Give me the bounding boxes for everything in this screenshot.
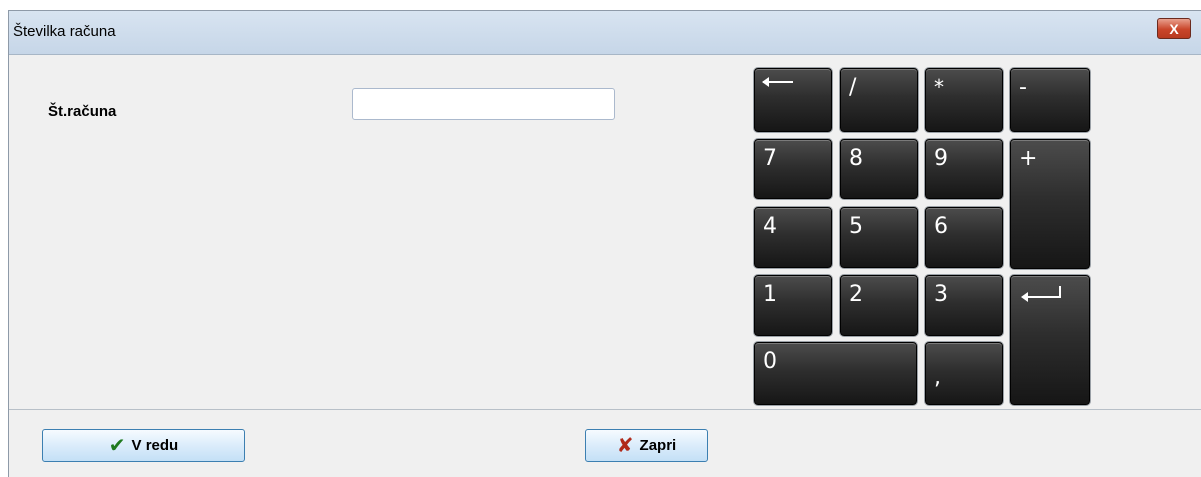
key-6[interactable]: 6: [925, 207, 1003, 268]
key-comma[interactable]: ,: [925, 342, 1003, 405]
key-enter[interactable]: [1010, 275, 1090, 405]
invoice-number-input[interactable]: [352, 88, 615, 120]
footer-divider: [9, 409, 1201, 410]
dialog-window: Številka računa X Št.računa / * - 7 8 9 …: [8, 10, 1201, 477]
invoice-number-label: Št.računa: [48, 103, 117, 120]
key-minus[interactable]: -: [1010, 68, 1090, 132]
enter-icon: [1021, 286, 1061, 302]
key-9[interactable]: 9: [925, 139, 1003, 199]
key-1[interactable]: 1: [754, 275, 832, 336]
close-icon: X: [1169, 20, 1179, 37]
key-plus[interactable]: +: [1010, 139, 1090, 269]
backspace-icon: [762, 77, 793, 87]
check-icon: ✔: [108, 434, 126, 457]
close-button[interactable]: ✘ Zapri: [585, 429, 708, 462]
key-multiply[interactable]: *: [925, 68, 1003, 132]
key-3[interactable]: 3: [925, 275, 1003, 336]
key-0[interactable]: 0: [754, 342, 917, 405]
ok-button-label: V redu: [131, 437, 179, 454]
key-4[interactable]: 4: [754, 207, 832, 268]
title-bar: Številka računa X: [9, 11, 1201, 55]
close-button-label: Zapri: [639, 437, 677, 454]
key-5[interactable]: 5: [840, 207, 918, 268]
key-8[interactable]: 8: [840, 139, 918, 199]
ok-button[interactable]: ✔ V redu: [42, 429, 245, 462]
x-icon: ✘: [616, 434, 634, 457]
key-7[interactable]: 7: [754, 139, 832, 199]
key-backspace[interactable]: [754, 68, 832, 132]
key-divide[interactable]: /: [840, 68, 918, 132]
window-title: Številka računa: [13, 23, 116, 40]
close-window-button[interactable]: X: [1157, 18, 1191, 39]
key-2[interactable]: 2: [840, 275, 918, 336]
